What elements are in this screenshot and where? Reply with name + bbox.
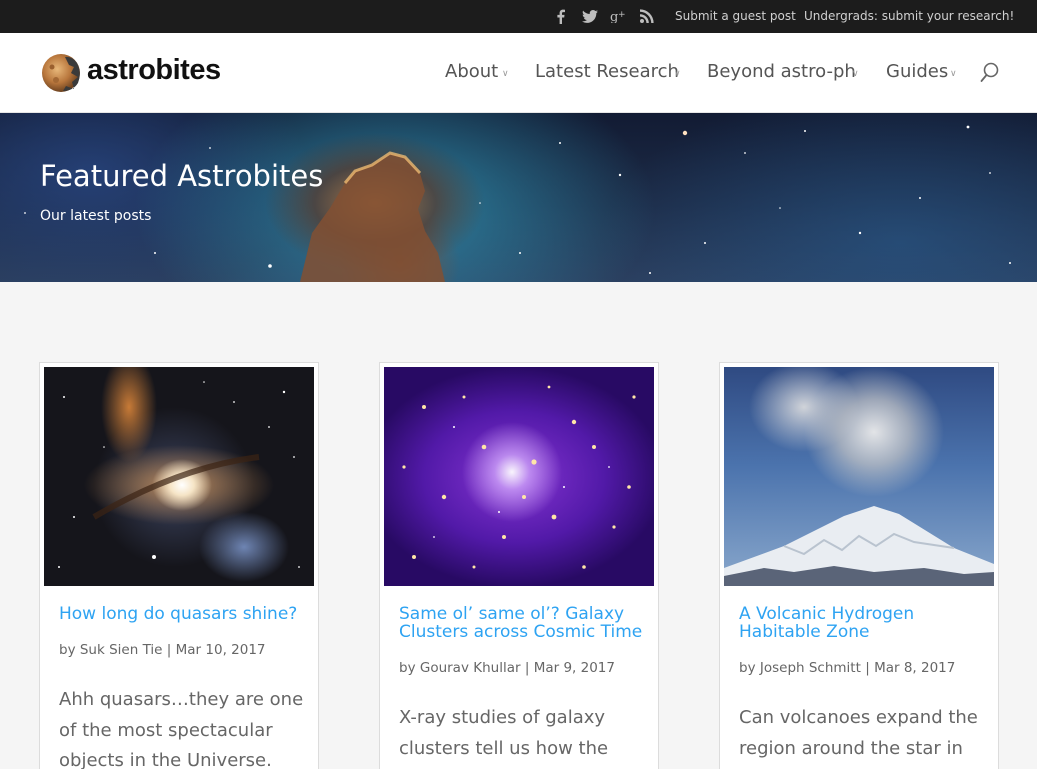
twitter-icon[interactable] <box>581 7 599 25</box>
post-thumbnail-galaxy-cluster[interactable] <box>384 367 654 586</box>
post-excerpt: Ahh quasars…they are one of the most spe… <box>59 689 304 769</box>
post-card: A Volcanic Hydrogen Habitable Zone by Jo… <box>719 362 999 769</box>
svg-text:+: + <box>618 10 626 20</box>
post-title-link[interactable]: A Volcanic Hydrogen Habitable Zone <box>739 605 989 641</box>
site-header: astrobites About ∨ Latest Research ∨ Bey… <box>0 33 1037 113</box>
post-meta: by Gourav Khullar | Mar 9, 2017 <box>399 660 615 676</box>
post-thumbnail-volcano[interactable] <box>724 367 994 586</box>
page-title: Featured Astrobites <box>40 159 324 193</box>
post-date: Mar 9, 2017 <box>533 660 615 676</box>
undergrads-submit-link[interactable]: Undergrads: submit your research! <box>804 9 1014 23</box>
post-excerpt: X-ray studies of galaxy clusters tell us… <box>399 707 609 759</box>
logo-text[interactable]: astrobites <box>87 53 221 87</box>
nav-item-latest-research[interactable]: Latest Research <box>535 61 679 83</box>
logo-icon[interactable] <box>41 53 81 93</box>
author-link[interactable]: Joseph Schmitt <box>760 660 861 676</box>
page-subtitle: Our latest posts <box>40 208 152 224</box>
post-thumbnail-quasar[interactable] <box>44 367 314 586</box>
facebook-icon[interactable] <box>553 7 567 25</box>
google-plus-icon[interactable]: g + <box>609 7 627 25</box>
chevron-down-icon: ∨ <box>950 69 957 79</box>
post-meta: by Joseph Schmitt | Mar 8, 2017 <box>739 660 956 676</box>
chevron-down-icon: ∨ <box>674 69 681 79</box>
post-title-link[interactable]: How long do quasars shine? <box>59 605 309 623</box>
post-card: How long do quasars shine? by Suk Sien T… <box>39 362 319 769</box>
search-icon[interactable] <box>980 62 1000 84</box>
post-date: Mar 10, 2017 <box>175 642 266 658</box>
author-link[interactable]: Gourav Khullar <box>420 660 521 676</box>
submit-guest-post-link[interactable]: Submit a guest post <box>675 9 796 23</box>
author-link[interactable]: Suk Sien Tie <box>80 642 163 658</box>
post-card: Same ol’ same ol’? Galaxy Clusters acros… <box>379 362 659 769</box>
post-date: Mar 8, 2017 <box>874 660 956 676</box>
top-bar: g + Submit a guest post Undergrads: submi… <box>0 0 1037 33</box>
nav-item-beyond-astro-ph[interactable]: Beyond astro-ph <box>707 61 856 83</box>
post-excerpt: Can volcanoes expand the region around t… <box>739 707 978 759</box>
rss-icon[interactable] <box>639 7 655 25</box>
post-meta: by Suk Sien Tie | Mar 10, 2017 <box>59 642 266 658</box>
starfield-image <box>24 125 1011 282</box>
chevron-down-icon: ∨ <box>502 69 509 79</box>
post-title-link[interactable]: Same ol’ same ol’? Galaxy Clusters acros… <box>399 605 649 641</box>
hero-banner: Featured Astrobites Our latest posts <box>0 113 1037 282</box>
nav-item-guides[interactable]: Guides <box>886 61 948 83</box>
nav-item-about[interactable]: About <box>445 61 498 83</box>
chevron-down-icon: ∨ <box>852 69 859 79</box>
